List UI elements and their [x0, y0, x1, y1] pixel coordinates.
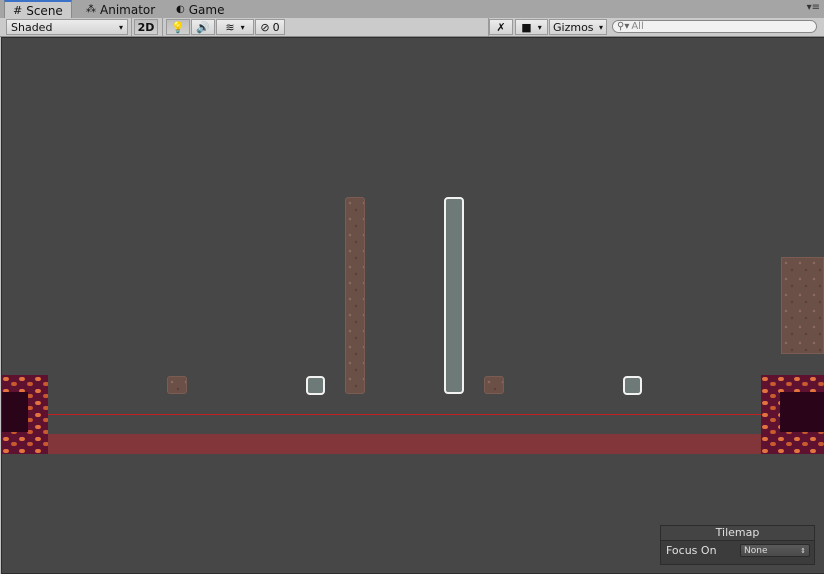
draw-mode-label: Shaded	[11, 20, 53, 34]
gizmos-dropdown[interactable]: Gizmos ▾	[549, 19, 607, 35]
dirt-pillar[interactable]	[345, 197, 365, 394]
dirt-small-block[interactable]	[484, 376, 504, 394]
panel-title: Tilemap	[661, 526, 814, 541]
draw-mode-dropdown[interactable]: Shaded ▾	[6, 19, 128, 35]
speaker-icon: 🔊	[196, 20, 210, 34]
search-input[interactable]: ⚲▾ All	[612, 20, 817, 33]
grid-icon: #	[13, 4, 23, 17]
tilemap-ground-band	[2, 434, 824, 454]
window-tab-bar: # Scene ⁂ Animator ◐ Game ▾≡	[0, 0, 824, 19]
dirt-block-right[interactable]	[781, 257, 824, 354]
tab-scene[interactable]: # Scene	[4, 0, 72, 19]
tilemap-overlay-panel: Tilemap Focus On None ⇕	[660, 525, 815, 565]
selected-small-block[interactable]	[306, 376, 325, 395]
2d-mode-label: 2D	[137, 20, 155, 34]
brick-wall-right[interactable]	[761, 375, 824, 454]
hidden-objects-toggle[interactable]: ⊘ 0	[255, 19, 285, 35]
chevron-down-icon: ▾	[240, 22, 245, 32]
selected-pillar[interactable]	[444, 197, 464, 394]
scene-viewport[interactable]	[1, 37, 824, 574]
brick-wall-left[interactable]	[2, 375, 48, 454]
hidden-count: 0	[272, 20, 280, 34]
chevron-down-icon: ▾	[537, 22, 542, 32]
chevron-down-icon: ▾	[118, 22, 123, 32]
eye-slash-icon: ⊘	[260, 20, 270, 34]
toolbar-divider	[162, 18, 163, 36]
game-icon: ◐	[176, 4, 185, 15]
tilemap-bounds-line	[2, 414, 824, 415]
selected-small-block[interactable]	[623, 376, 642, 395]
focus-on-dropdown[interactable]: None ⇕	[740, 544, 810, 557]
tab-game[interactable]: ◐ Game	[168, 1, 232, 18]
tab-label: Game	[188, 2, 225, 17]
focus-row: Focus On None ⇕	[661, 541, 814, 557]
tab-label: Animator	[100, 2, 156, 17]
toolbar-divider	[131, 18, 132, 36]
focus-on-value: None	[744, 545, 768, 556]
search-icon: ⚲▾	[617, 21, 630, 32]
chevron-down-icon: ▾	[598, 22, 603, 32]
animator-icon: ⁂	[86, 4, 96, 15]
tools-icon: ✗	[496, 20, 506, 34]
camera-icon: ■	[521, 20, 532, 34]
lighting-toggle[interactable]: 💡	[166, 19, 190, 35]
tab-menu-icon[interactable]: ▾≡	[807, 2, 820, 13]
2d-mode-toggle[interactable]: 2D	[134, 19, 158, 35]
effects-dropdown[interactable]: ≋ ▾	[216, 19, 254, 35]
scene-toolbar: Shaded ▾ 2D 💡 🔊 ≋ ▾ ⊘ 0 ✗ ■ ▾ Gizmos ▾ ⚲…	[0, 18, 824, 37]
camera-dropdown[interactable]: ■ ▾	[515, 19, 548, 35]
tab-label: Scene	[26, 3, 63, 18]
tab-animator[interactable]: ⁂ Animator	[78, 1, 163, 18]
search-placeholder: All	[631, 21, 644, 32]
focus-on-label: Focus On	[666, 544, 717, 557]
lightbulb-icon: 💡	[171, 20, 185, 34]
tools-button[interactable]: ✗	[489, 19, 513, 35]
audio-toggle[interactable]: 🔊	[191, 19, 215, 35]
stepper-arrows-icon: ⇕	[800, 546, 806, 555]
effects-icon: ≋	[225, 20, 235, 34]
gizmos-label: Gizmos	[553, 20, 594, 34]
dirt-small-block[interactable]	[167, 376, 187, 394]
